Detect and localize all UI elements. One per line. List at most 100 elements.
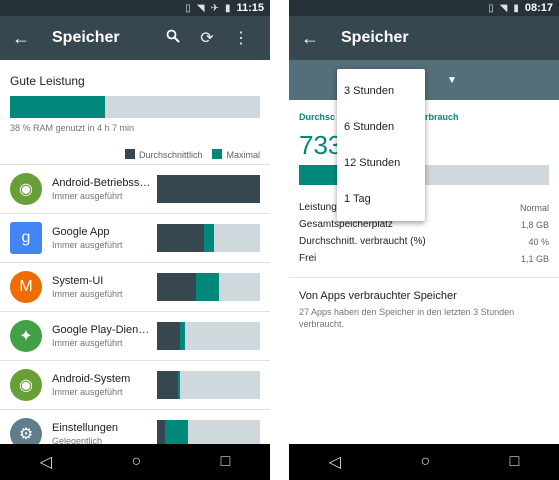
dropdown-option[interactable]: 3 Stunden: [337, 73, 425, 109]
stat-value: 1,1 GB: [520, 253, 549, 264]
vibrate-icon: ▯: [185, 2, 191, 14]
stat-row: Frei 1,1 GB: [299, 250, 549, 267]
ram-usage-bar: [10, 96, 260, 118]
right-screen: ▯ ◥ ▮ 08:17 ← Speicher ▼ Durchsc rbrauch …: [289, 0, 559, 480]
nav-bar: ◁ ○ □: [289, 444, 559, 480]
legend-maximum-label: Maximal: [226, 150, 260, 160]
app-memory-bar: [157, 224, 260, 252]
recents-nav-icon[interactable]: □: [221, 453, 231, 471]
app-row[interactable]: ◉ Android-System Immer ausgeführt: [0, 360, 270, 409]
apps-memory-desc: 27 Apps haben den Speicher in den letzte…: [299, 307, 515, 329]
app-row[interactable]: M System-UI Immer ausgeführt: [0, 262, 270, 311]
app-memory-bar: [157, 420, 260, 444]
app-list: ◉ Android-Betriebss… Immer ausgeführt g Goog…: [0, 164, 270, 444]
app-name: Google App: [52, 226, 110, 238]
app-row[interactable]: g Google App Immer ausgeführt: [0, 213, 270, 262]
usage-title-right: rbrauch: [425, 112, 459, 122]
app-text: System-UI Immer ausgeführt: [42, 275, 157, 299]
app-memory-bar: [157, 175, 260, 203]
dropdown-arrow-icon[interactable]: ▼: [447, 75, 457, 86]
app-status: Immer ausgeführt: [52, 240, 123, 250]
clock: 11:15: [236, 2, 264, 14]
back-arrow-icon[interactable]: ←: [301, 28, 329, 49]
search-icon[interactable]: [156, 29, 190, 48]
legend: Durchschnittlich Maximal: [0, 141, 270, 164]
wifi-icon: ◥: [196, 2, 205, 14]
more-vert-icon[interactable]: ⋮: [224, 28, 258, 48]
stat-label: Durchschnitt. verbraucht (%): [299, 236, 426, 247]
home-nav-icon[interactable]: ○: [131, 453, 141, 471]
status-bar: ▯ ◥ ▮ 08:17: [289, 0, 559, 16]
dropdown-option[interactable]: 6 Stunden: [337, 109, 425, 145]
avg-memory-fill: [157, 224, 205, 252]
dropdown-option[interactable]: 1 Tag: [337, 181, 425, 217]
left-screen: ▯ ◥ ✈ ▮ 11:15 ← Speicher ⟳ ⋮ Gute Leistu…: [0, 0, 270, 480]
stat-value: 40 %: [528, 236, 549, 247]
time-range-dropdown: 3 Stunden 6 Stunden 12 Stunden 1 Tag: [337, 69, 425, 221]
back-nav-icon[interactable]: ◁: [40, 452, 52, 472]
app-name: Google Play-Dien…: [52, 324, 150, 336]
app-status: Immer ausgeführt: [52, 338, 123, 348]
refresh-icon[interactable]: ⟳: [190, 28, 224, 48]
legend-maximum: Maximal: [212, 149, 260, 160]
stat-value: Normal: [519, 202, 549, 213]
app-bar: ← Speicher ⟳ ⋮: [0, 16, 270, 60]
ram-usage-text: 38 % RAM genutzt in 4 h 7 min: [10, 123, 135, 133]
app-name: Einstellungen: [52, 422, 119, 434]
app-row[interactable]: ⚙ Einstellungen Gelegentlich: [0, 409, 270, 444]
avg-memory-fill: [157, 273, 197, 301]
clock: 08:17: [524, 2, 553, 14]
android-icon: ◉: [10, 369, 42, 401]
max-memory-fill: [177, 371, 180, 399]
avg-memory-fill: [157, 420, 166, 444]
google-app-icon: g: [10, 222, 42, 254]
app-status: Gelegentlich: [52, 436, 103, 444]
page-title: Speicher: [52, 29, 120, 46]
app-text: Android-Betriebss… Immer ausgeführt: [42, 177, 157, 201]
max-memory-fill: [196, 273, 219, 301]
back-arrow-icon[interactable]: ←: [12, 28, 40, 49]
performance-summary[interactable]: Gute Leistung 38 % RAM genutzt in 4 h 7 …: [0, 60, 270, 141]
avg-memory-fill: [157, 322, 180, 350]
legend-average: Durchschnittlich: [124, 149, 203, 160]
app-status: Immer ausgeführt: [52, 387, 123, 397]
app-memory-bar: [157, 371, 260, 399]
dropdown-option[interactable]: 12 Stunden: [337, 145, 425, 181]
android-icon: ◉: [10, 173, 42, 205]
avg-memory-fill: [157, 371, 178, 399]
performance-title: Gute Leistung: [10, 74, 85, 88]
stat-label: Frei: [299, 253, 317, 264]
avg-memory-fill: [157, 175, 260, 203]
app-name: Android-System: [52, 373, 131, 385]
ram-usage-fill: [10, 96, 105, 118]
maximum-swatch: [212, 149, 223, 159]
memory-content: Gute Leistung 38 % RAM genutzt in 4 h 7 …: [0, 60, 270, 444]
back-nav-icon[interactable]: ◁: [329, 452, 341, 472]
recents-nav-icon[interactable]: □: [510, 453, 520, 471]
max-memory-fill: [165, 420, 188, 444]
app-bar: ← Speicher: [289, 16, 559, 60]
max-memory-fill: [179, 322, 185, 350]
legend-average-label: Durchschnittlich: [138, 150, 203, 160]
app-memory-bar: [157, 273, 260, 301]
app-row[interactable]: ✦ Google Play-Dien… Immer ausgeführt: [0, 311, 270, 360]
nav-bar: ◁ ○ □: [0, 444, 270, 480]
apps-memory-section[interactable]: Von Apps verbrauchter Speicher 27 Apps h…: [289, 278, 559, 342]
app-status: Immer ausgeführt: [52, 289, 123, 299]
app-text: Google App Immer ausgeführt: [42, 226, 157, 250]
settings-gear-icon: ⚙: [10, 418, 42, 444]
app-text: Einstellungen Gelegentlich: [42, 422, 157, 444]
airplane-icon: ✈: [210, 2, 219, 14]
play-services-icon: ✦: [10, 320, 42, 352]
battery-icon: ▮: [224, 2, 231, 14]
app-row[interactable]: ◉ Android-Betriebss… Immer ausgeführt: [0, 164, 270, 213]
page-title: Speicher: [341, 29, 409, 46]
app-text: Android-System Immer ausgeführt: [42, 373, 157, 397]
home-nav-icon[interactable]: ○: [420, 453, 430, 471]
app-name: Android-Betriebss…: [52, 177, 151, 189]
battery-icon: ▮: [513, 2, 519, 14]
app-status: Immer ausgeführt: [52, 191, 123, 201]
usage-title-left: Durchsc: [299, 112, 336, 122]
vibrate-icon: ▯: [488, 2, 494, 14]
stat-row: Durchschnitt. verbraucht (%) 40 %: [299, 233, 549, 250]
